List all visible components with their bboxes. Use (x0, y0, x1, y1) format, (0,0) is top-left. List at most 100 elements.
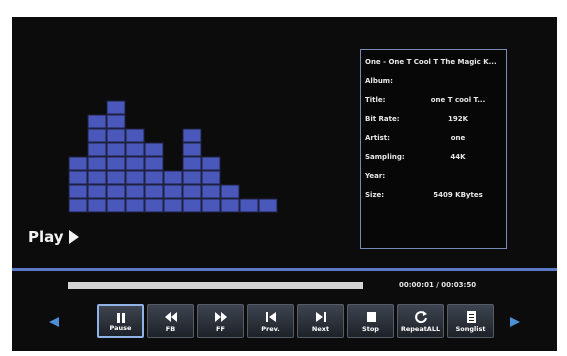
spectrum-block (106, 170, 126, 185)
spectrum-block (87, 184, 107, 199)
spectrum-block (220, 198, 240, 213)
spectrum-block (68, 156, 88, 171)
spectrum-block (201, 198, 221, 213)
spectrum-block (87, 156, 107, 171)
right-arrow-icon[interactable] (509, 316, 521, 328)
spectrum-block (87, 170, 107, 185)
spectrum-block (144, 156, 164, 171)
spectrum-block (125, 170, 145, 185)
spectrum-block (125, 156, 145, 171)
track-info-panel: One - One T Cool T The Magic K... Album:… (360, 49, 507, 249)
spectrum-block (125, 142, 145, 157)
repeat-all-button-label: RepeatALL (400, 325, 441, 333)
fast-forward-button-label: FF (216, 325, 225, 333)
spectrum-block (87, 114, 107, 129)
spectrum-block (144, 198, 164, 213)
previous-icon (248, 309, 293, 323)
spectrum-block (144, 142, 164, 157)
play-icon (68, 230, 79, 244)
previous-button-label: Prev. (261, 325, 280, 333)
next-button[interactable]: Next (297, 304, 344, 338)
media-player-screen: Play One - One T Cool T The Magic K... A… (12, 17, 557, 351)
spectrum-block (106, 142, 126, 157)
spectrum-block (68, 198, 88, 213)
spectrum-block (201, 184, 221, 199)
spectrum-block (106, 184, 126, 199)
info-row-bit-rate: Bit Rate: 192K (365, 115, 501, 125)
track-info-header: One - One T Cool T The Magic K... (365, 58, 497, 66)
fast-backward-button-label: FB (165, 325, 176, 333)
songlist-button[interactable]: Songlist (447, 304, 494, 338)
spectrum-block (87, 142, 107, 157)
play-state-indicator: Play (28, 228, 79, 246)
fast-forward-icon (198, 309, 243, 323)
fast-backward-icon (148, 309, 193, 323)
spectrum-block (182, 128, 202, 143)
info-row-artist: Artist: one (365, 134, 501, 144)
spectrum-block (68, 184, 88, 199)
songlist-button-label: Songlist (455, 325, 486, 333)
spectrum-block (144, 170, 164, 185)
info-value: 5409 KBytes (433, 191, 483, 199)
info-label: Album: (365, 77, 393, 85)
info-value: one (450, 134, 466, 142)
spectrum-block (163, 170, 183, 185)
spectrum-block (106, 156, 126, 171)
spectrum-block (182, 142, 202, 157)
next-icon (298, 309, 343, 323)
stop-icon (348, 309, 393, 323)
info-value: one T cool T... (430, 96, 486, 104)
info-label: Bit Rate: (365, 115, 400, 123)
info-label: Year: (365, 172, 386, 180)
info-row-sampling: Sampling: 44K (365, 153, 501, 163)
spectrum-block (182, 156, 202, 171)
info-row-size: Size: 5409 KBytes (365, 191, 501, 201)
repeat-all-button[interactable]: RepeatALL (397, 304, 444, 338)
spectrum-block (144, 184, 164, 199)
info-value: 44K (450, 153, 466, 161)
spectrum-block (106, 128, 126, 143)
spectrum-block (182, 198, 202, 213)
spectrum-block (201, 156, 221, 171)
pause-button-label: Pause (109, 324, 132, 332)
previous-button[interactable]: Prev. (247, 304, 294, 338)
pause-icon (99, 310, 142, 324)
play-state-label: Play (28, 228, 64, 246)
info-label: Size: (365, 191, 385, 199)
spectrum-block (106, 114, 126, 129)
info-row-title: Title: one T cool T... (365, 96, 501, 106)
spectrum-block (163, 184, 183, 199)
info-row-album: Album: (365, 77, 501, 87)
spectrum-block (239, 198, 259, 213)
stop-button[interactable]: Stop (347, 304, 394, 338)
spectrum-block (125, 184, 145, 199)
pause-button[interactable]: Pause (97, 304, 144, 338)
next-button-label: Next (311, 325, 330, 333)
fast-backward-button[interactable]: FB (147, 304, 194, 338)
spectrum-block (182, 170, 202, 185)
info-value: 192K (447, 115, 469, 123)
control-bar-divider (12, 268, 557, 271)
info-label: Title: (365, 96, 386, 104)
spectrum-block (258, 198, 278, 213)
spectrum-block (201, 170, 221, 185)
info-label: Artist: (365, 134, 390, 142)
time-readout: 00:00:01 / 00:03:50 (399, 281, 477, 289)
spectrum-block (68, 170, 88, 185)
info-row-year: Year: (365, 172, 501, 182)
progress-bar[interactable] (68, 282, 363, 289)
spectrum-visualizer (68, 100, 278, 213)
spectrum-block (125, 128, 145, 143)
fast-forward-button[interactable]: FF (197, 304, 244, 338)
spectrum-block (87, 128, 107, 143)
spectrum-block (106, 198, 126, 213)
songlist-icon (448, 309, 493, 323)
left-arrow-icon[interactable] (48, 316, 60, 328)
spectrum-block (220, 184, 240, 199)
spectrum-block (87, 198, 107, 213)
spectrum-block (125, 198, 145, 213)
spectrum-block (106, 100, 126, 115)
stop-button-label: Stop (362, 325, 379, 333)
repeat-icon (398, 309, 443, 324)
spectrum-block (163, 198, 183, 213)
